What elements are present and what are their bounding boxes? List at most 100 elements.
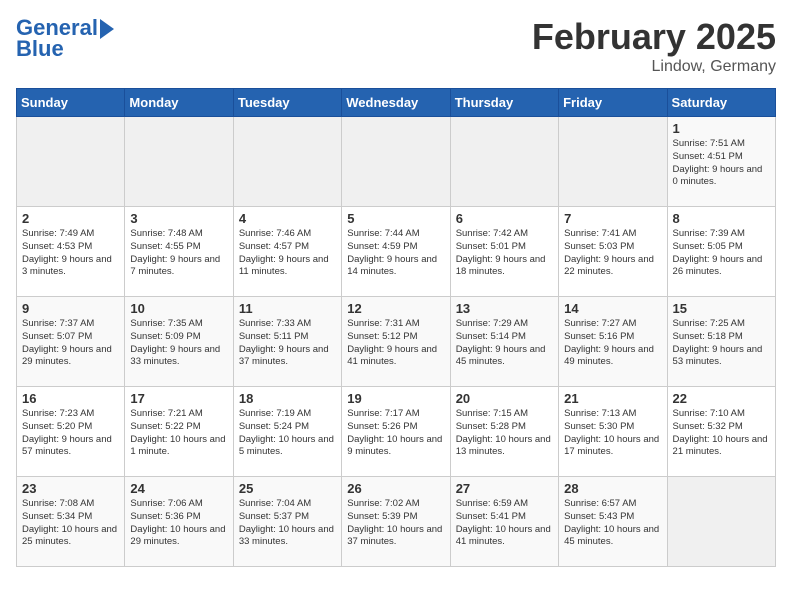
page-header: General Blue February 2025 Lindow, Germa…	[16, 16, 776, 76]
calendar-cell	[450, 117, 558, 207]
calendar-cell: 10Sunrise: 7:35 AM Sunset: 5:09 PM Dayli…	[125, 297, 233, 387]
calendar-cell: 3 Sunrise: 7:48 AM Sunset: 4:55 PM Daylig…	[125, 207, 233, 297]
header-day-friday: Friday	[559, 89, 667, 117]
header-day-tuesday: Tuesday	[233, 89, 341, 117]
calendar-cell: 16 Sunrise: 7:23 AM Sunset: 5:20 PM Dayli…	[17, 387, 125, 477]
day-number: 15	[673, 301, 770, 316]
day-number: 3	[130, 211, 227, 226]
day-info: Sunrise: 7:13 AM Sunset: 5:30 PM Dayligh…	[564, 408, 661, 459]
header-day-thursday: Thursday	[450, 89, 558, 117]
calendar-cell	[667, 477, 775, 567]
calendar-cell	[125, 117, 233, 207]
calendar-cell: 2 Sunrise: 7:49 AM Sunset: 4:53 PM Daylig…	[17, 207, 125, 297]
day-info: Sunrise: 7:27 AM Sunset: 5:16 PM Dayligh…	[564, 318, 661, 369]
calendar-cell: 17 Sunrise: 7:21 AM Sunset: 5:22 PM Dayli…	[125, 387, 233, 477]
calendar-cell: 21 Sunrise: 7:13 AM Sunset: 5:30 PM Dayli…	[559, 387, 667, 477]
logo-arrow-icon	[100, 19, 114, 39]
day-number: 13	[456, 301, 553, 316]
calendar-cell: 14 Sunrise: 7:27 AM Sunset: 5:16 PM Dayli…	[559, 297, 667, 387]
calendar-body: 1Sunrise: 7:51 AM Sunset: 4:51 PM Daylig…	[17, 117, 776, 567]
day-info: Sunrise: 7:02 AM Sunset: 5:39 PM Dayligh…	[347, 498, 444, 549]
week-row-3: 16 Sunrise: 7:23 AM Sunset: 5:20 PM Dayli…	[17, 387, 776, 477]
calendar-cell: 20Sunrise: 7:15 AM Sunset: 5:28 PM Dayli…	[450, 387, 558, 477]
calendar-cell: 5 Sunrise: 7:44 AM Sunset: 4:59 PM Daylig…	[342, 207, 450, 297]
header-day-monday: Monday	[125, 89, 233, 117]
day-info: Sunrise: 7:35 AM Sunset: 5:09 PM Dayligh…	[130, 318, 227, 369]
calendar-cell: 8 Sunrise: 7:39 AM Sunset: 5:05 PM Daylig…	[667, 207, 775, 297]
day-number: 20	[456, 391, 553, 406]
calendar-cell: 15Sunrise: 7:25 AM Sunset: 5:18 PM Dayli…	[667, 297, 775, 387]
calendar-cell: 25 Sunrise: 7:04 AM Sunset: 5:37 PM Dayli…	[233, 477, 341, 567]
calendar-subtitle: Lindow, Germany	[532, 58, 776, 76]
day-info: Sunrise: 6:57 AM Sunset: 5:43 PM Dayligh…	[564, 498, 661, 549]
logo: General Blue	[16, 16, 114, 62]
calendar-cell: 13Sunrise: 7:29 AM Sunset: 5:14 PM Dayli…	[450, 297, 558, 387]
day-number: 27	[456, 481, 553, 496]
calendar-cell: 18 Sunrise: 7:19 AM Sunset: 5:24 PM Dayli…	[233, 387, 341, 477]
day-number: 9	[22, 301, 119, 316]
header-day-wednesday: Wednesday	[342, 89, 450, 117]
day-number: 26	[347, 481, 444, 496]
day-number: 18	[239, 391, 336, 406]
day-info: Sunrise: 6:59 AM Sunset: 5:41 PM Dayligh…	[456, 498, 553, 549]
calendar-cell: 27 Sunrise: 6:59 AM Sunset: 5:41 PM Dayli…	[450, 477, 558, 567]
calendar-cell: 6 Sunrise: 7:42 AM Sunset: 5:01 PM Daylig…	[450, 207, 558, 297]
day-info: Sunrise: 7:04 AM Sunset: 5:37 PM Dayligh…	[239, 498, 336, 549]
day-number: 4	[239, 211, 336, 226]
calendar-cell: 24 Sunrise: 7:06 AM Sunset: 5:36 PM Dayli…	[125, 477, 233, 567]
calendar-cell	[233, 117, 341, 207]
day-number: 23	[22, 481, 119, 496]
day-info: Sunrise: 7:17 AM Sunset: 5:26 PM Dayligh…	[347, 408, 444, 459]
calendar-cell	[342, 117, 450, 207]
header-day-sunday: Sunday	[17, 89, 125, 117]
day-number: 28	[564, 481, 661, 496]
day-number: 5	[347, 211, 444, 226]
day-number: 22	[673, 391, 770, 406]
day-info: Sunrise: 7:49 AM Sunset: 4:53 PM Dayligh…	[22, 228, 119, 279]
calendar-cell	[559, 117, 667, 207]
day-number: 11	[239, 301, 336, 316]
calendar-cell: 7Sunrise: 7:41 AM Sunset: 5:03 PM Daylig…	[559, 207, 667, 297]
day-number: 16	[22, 391, 119, 406]
day-info: Sunrise: 7:39 AM Sunset: 5:05 PM Dayligh…	[673, 228, 770, 279]
day-number: 25	[239, 481, 336, 496]
day-info: Sunrise: 7:23 AM Sunset: 5:20 PM Dayligh…	[22, 408, 119, 459]
week-row-4: 23Sunrise: 7:08 AM Sunset: 5:34 PM Dayli…	[17, 477, 776, 567]
day-info: Sunrise: 7:33 AM Sunset: 5:11 PM Dayligh…	[239, 318, 336, 369]
calendar-cell	[17, 117, 125, 207]
calendar-cell: 4 Sunrise: 7:46 AM Sunset: 4:57 PM Daylig…	[233, 207, 341, 297]
day-number: 17	[130, 391, 227, 406]
day-info: Sunrise: 7:37 AM Sunset: 5:07 PM Dayligh…	[22, 318, 119, 369]
day-info: Sunrise: 7:31 AM Sunset: 5:12 PM Dayligh…	[347, 318, 444, 369]
calendar-cell: 22 Sunrise: 7:10 AM Sunset: 5:32 PM Dayli…	[667, 387, 775, 477]
calendar-header: SundayMondayTuesdayWednesdayThursdayFrid…	[17, 89, 776, 117]
day-number: 14	[564, 301, 661, 316]
day-info: Sunrise: 7:06 AM Sunset: 5:36 PM Dayligh…	[130, 498, 227, 549]
week-row-2: 9 Sunrise: 7:37 AM Sunset: 5:07 PM Daylig…	[17, 297, 776, 387]
day-info: Sunrise: 7:48 AM Sunset: 4:55 PM Dayligh…	[130, 228, 227, 279]
day-number: 24	[130, 481, 227, 496]
day-number: 6	[456, 211, 553, 226]
calendar-cell: 23Sunrise: 7:08 AM Sunset: 5:34 PM Dayli…	[17, 477, 125, 567]
day-number: 12	[347, 301, 444, 316]
day-number: 19	[347, 391, 444, 406]
day-info: Sunrise: 7:46 AM Sunset: 4:57 PM Dayligh…	[239, 228, 336, 279]
day-info: Sunrise: 7:42 AM Sunset: 5:01 PM Dayligh…	[456, 228, 553, 279]
day-info: Sunrise: 7:41 AM Sunset: 5:03 PM Dayligh…	[564, 228, 661, 279]
week-row-1: 2 Sunrise: 7:49 AM Sunset: 4:53 PM Daylig…	[17, 207, 776, 297]
header-row: SundayMondayTuesdayWednesdayThursdayFrid…	[17, 89, 776, 117]
day-number: 2	[22, 211, 119, 226]
week-row-0: 1Sunrise: 7:51 AM Sunset: 4:51 PM Daylig…	[17, 117, 776, 207]
day-number: 8	[673, 211, 770, 226]
day-info: Sunrise: 7:21 AM Sunset: 5:22 PM Dayligh…	[130, 408, 227, 459]
day-number: 21	[564, 391, 661, 406]
calendar-title: February 2025	[532, 16, 776, 58]
calendar-cell: 26 Sunrise: 7:02 AM Sunset: 5:39 PM Dayli…	[342, 477, 450, 567]
day-info: Sunrise: 7:19 AM Sunset: 5:24 PM Dayligh…	[239, 408, 336, 459]
header-day-saturday: Saturday	[667, 89, 775, 117]
title-block: February 2025 Lindow, Germany	[532, 16, 776, 76]
day-info: Sunrise: 7:44 AM Sunset: 4:59 PM Dayligh…	[347, 228, 444, 279]
calendar-cell: 19 Sunrise: 7:17 AM Sunset: 5:26 PM Dayli…	[342, 387, 450, 477]
day-number: 1	[673, 121, 770, 136]
day-info: Sunrise: 7:10 AM Sunset: 5:32 PM Dayligh…	[673, 408, 770, 459]
